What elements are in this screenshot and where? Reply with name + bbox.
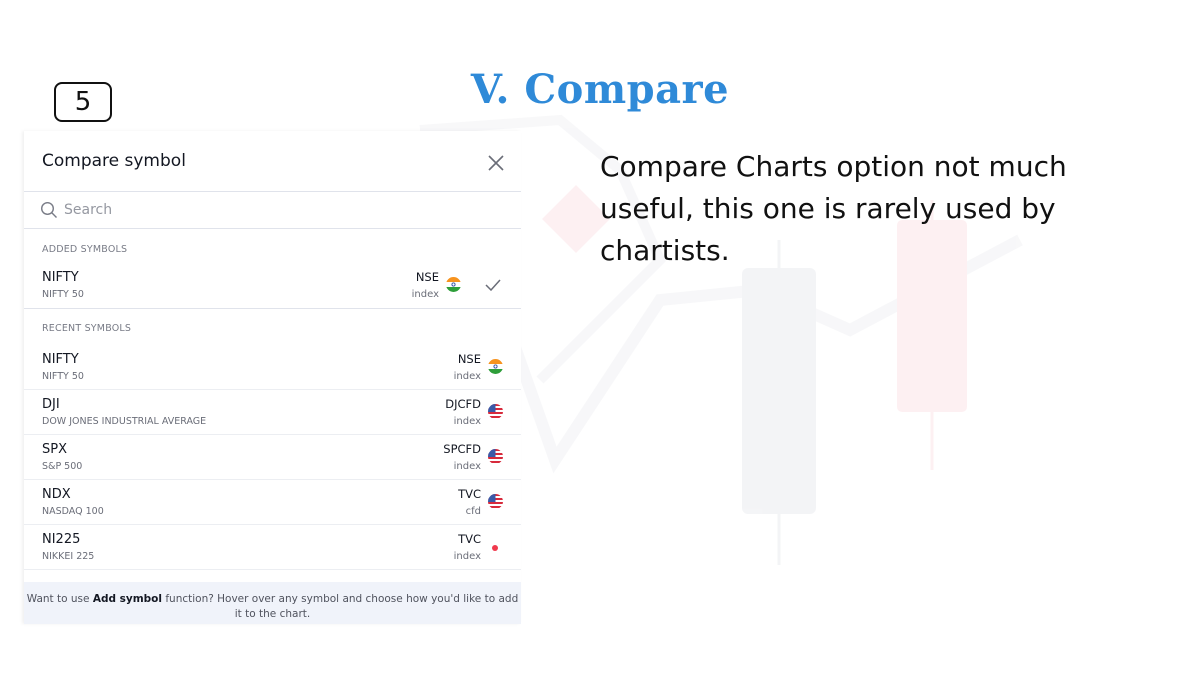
symbol-type: index [411, 289, 439, 300]
footer-text-bold: Add symbol [92, 593, 162, 605]
dialog-title: Compare symbol [42, 151, 186, 171]
close-icon[interactable] [484, 151, 508, 175]
usa-flag-icon [488, 449, 503, 464]
symbol-ticker: DJI [42, 397, 60, 412]
search-icon [40, 201, 57, 218]
india-flag-icon [446, 277, 461, 292]
symbol-description: NIFTY 50 [42, 371, 84, 382]
symbol-exchange: NSE [457, 352, 481, 366]
symbol-type: index [453, 551, 481, 562]
slide-description: Compare Charts option not much useful, t… [600, 150, 1067, 267]
slide-title: V. Compare [470, 66, 730, 113]
dialog-footer-hint: Want to use Add symbol function? Hover o… [24, 582, 521, 624]
india-flag-icon [488, 359, 503, 374]
footer-text-after: function? Hover over any symbol and choo… [162, 593, 519, 620]
added-symbol-row[interactable]: NIFTY NIFTY 50 NSE index [24, 263, 521, 309]
symbol-description: NASDAQ 100 [42, 506, 104, 517]
symbol-exchange: NSE [415, 270, 439, 284]
symbol-type: cfd [465, 506, 481, 517]
symbol-description: S&P 500 [42, 461, 83, 472]
symbol-ticker: SPX [42, 442, 67, 457]
usa-flag-icon [488, 404, 503, 419]
symbol-ticker: NIFTY [42, 352, 79, 367]
symbol-type: index [453, 371, 481, 382]
symbol-description: NIKKEI 225 [42, 551, 95, 562]
search-bar [24, 192, 521, 229]
recent-symbol-row[interactable]: NI225 NIKKEI 225 TVC index [24, 525, 521, 570]
symbol-ticker: NIFTY [42, 270, 79, 285]
recent-symbol-row[interactable]: NDX NASDAQ 100 TVC cfd [24, 480, 521, 525]
japan-dot-icon [492, 545, 498, 551]
symbol-exchange: TVC [458, 532, 481, 546]
symbol-exchange: SPCFD [443, 442, 481, 456]
recent-symbol-row[interactable]: DJI DOW JONES INDUSTRIAL AVERAGE DJCFD i… [24, 390, 521, 435]
symbol-description: NIFTY 50 [42, 289, 84, 300]
symbol-description: DOW JONES INDUSTRIAL AVERAGE [42, 416, 207, 427]
dialog-header: Compare symbol [24, 131, 521, 192]
added-symbols-header: ADDED SYMBOLS [42, 244, 128, 255]
recent-symbol-row[interactable]: NIFTY NIFTY 50 NSE index [24, 345, 521, 390]
symbol-exchange: DJCFD [445, 397, 481, 411]
symbol-ticker: NI225 [42, 532, 81, 547]
recent-symbols-header: RECENT SYMBOLS [42, 323, 132, 334]
search-input[interactable] [64, 198, 504, 222]
usa-flag-icon [488, 494, 503, 509]
checkmark-icon[interactable] [485, 279, 501, 291]
symbol-exchange: TVC [458, 487, 481, 501]
symbol-ticker: NDX [42, 487, 71, 502]
footer-text-before: Want to use [26, 593, 93, 605]
symbol-type: index [453, 461, 481, 472]
symbol-type: index [453, 416, 481, 427]
compare-symbol-dialog: Compare symbol ADDED SYMBOLS NIFTY NIFTY… [24, 131, 521, 624]
recent-symbol-row[interactable]: SPX S&P 500 SPCFD index [24, 435, 521, 480]
